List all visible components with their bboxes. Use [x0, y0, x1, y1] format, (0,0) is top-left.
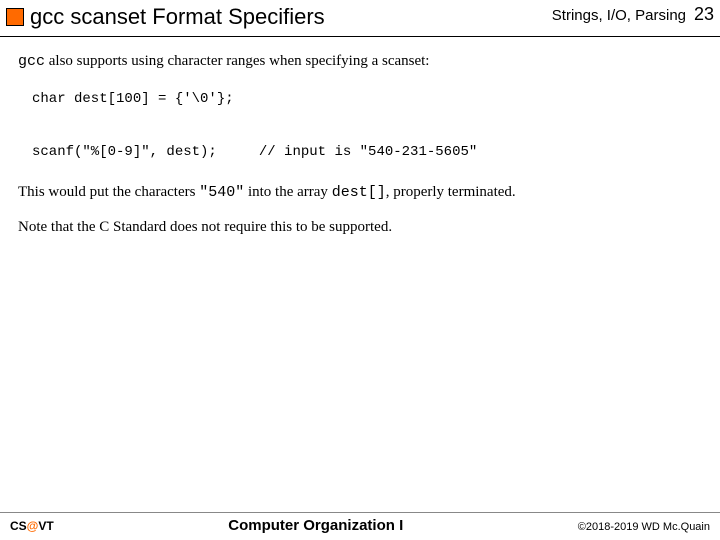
code-block: char dest[100] = {'\0'}; scanf("%[0-9]",…: [32, 86, 702, 166]
footer-vt: VT: [38, 519, 53, 533]
footer-right: ©2018-2019 WD Mc.Quain: [578, 521, 710, 533]
footer-left: CS@VT: [10, 519, 54, 533]
footer-center: Computer Organization I: [228, 517, 403, 534]
footer-cs: CS: [10, 519, 27, 533]
slide: gcc scanset Format Specifiers Strings, I…: [0, 0, 720, 540]
footer: CS@VT Computer Organization I ©2018-2019…: [0, 512, 720, 534]
page-number: 23: [694, 4, 714, 25]
result-mid: into the array: [244, 184, 331, 200]
footer-row: CS@VT Computer Organization I ©2018-2019…: [0, 517, 720, 534]
intro-code-word: gcc: [18, 53, 45, 70]
result-text: This would put the characters "540" into…: [18, 182, 702, 203]
slide-body: gcc also supports using character ranges…: [0, 37, 720, 238]
intro-rest: also supports using character ranges whe…: [45, 53, 429, 69]
result-suffix: , properly terminated.: [386, 184, 516, 200]
result-code: dest[]: [332, 184, 386, 201]
result-quoted: "540": [199, 184, 244, 201]
footer-rule: [0, 512, 720, 513]
intro-text: gcc also supports using character ranges…: [18, 51, 702, 72]
result-prefix: This would put the characters: [18, 184, 199, 200]
code-line-1: char dest[100] = {'\0'};: [32, 91, 234, 107]
header-bullet-icon: [6, 8, 24, 26]
slide-topic: Strings, I/O, Parsing: [552, 7, 686, 24]
footer-at: @: [27, 519, 39, 533]
note-text: Note that the C Standard does not requir…: [18, 217, 702, 237]
slide-title: gcc scanset Format Specifiers: [30, 4, 325, 30]
code-line-2: scanf("%[0-9]", dest); // input is "540-…: [32, 144, 477, 160]
